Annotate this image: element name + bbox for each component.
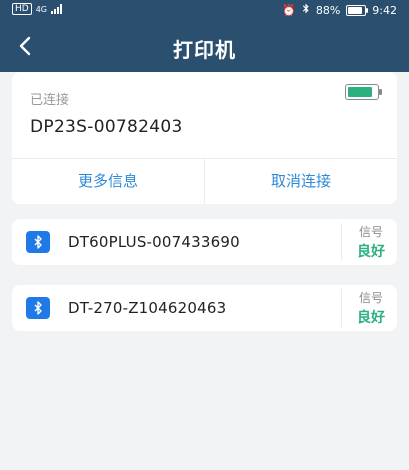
nav-bar: 打印机	[0, 24, 409, 68]
bluetooth-icon	[26, 231, 50, 253]
divider	[341, 289, 342, 327]
signal-value: 良好	[357, 310, 385, 326]
network-type: 4G	[35, 4, 47, 14]
alarm-icon: ⏰	[282, 3, 296, 17]
connected-printer-card: 已连接 DP23S-00782403 更多信息 取消连接	[12, 72, 397, 204]
printer-name: DT-270-Z104620463	[68, 299, 227, 317]
printer-list-item[interactable]: DT60PLUS-007433690 信号 良好	[12, 219, 397, 265]
bluetooth-status-icon	[302, 3, 310, 17]
signal-value: 良好	[357, 244, 385, 260]
signal-label: 信号	[358, 225, 383, 239]
connected-device-name: DP23S-00782403	[30, 117, 183, 137]
bluetooth-icon	[26, 297, 50, 319]
printer-name: DT60PLUS-007433690	[68, 233, 240, 251]
status-bar-right: ⏰ 88% 9:42	[282, 3, 397, 17]
printer-battery-icon	[345, 84, 382, 100]
disconnect-button[interactable]: 取消连接	[205, 158, 397, 204]
more-info-button[interactable]: 更多信息	[12, 158, 204, 204]
connection-status-label: 已连接	[30, 93, 70, 108]
signal-bars-icon	[51, 4, 62, 14]
printer-list-item[interactable]: DT-270-Z104620463 信号 良好	[12, 285, 397, 331]
clock: 9:42	[372, 3, 397, 17]
battery-percent: 88%	[315, 3, 341, 17]
status-bar: HD 4G ⏰ 88% 9:42	[0, 0, 409, 20]
divider	[341, 223, 342, 261]
signal-label: 信号	[358, 291, 383, 305]
status-bar-left: HD 4G	[12, 3, 62, 15]
battery-icon	[346, 4, 369, 16]
hd-badge: HD	[12, 3, 32, 15]
page-title: 打印机	[173, 38, 236, 62]
app-header: HD 4G ⏰ 88% 9:42 打印机	[0, 0, 409, 72]
